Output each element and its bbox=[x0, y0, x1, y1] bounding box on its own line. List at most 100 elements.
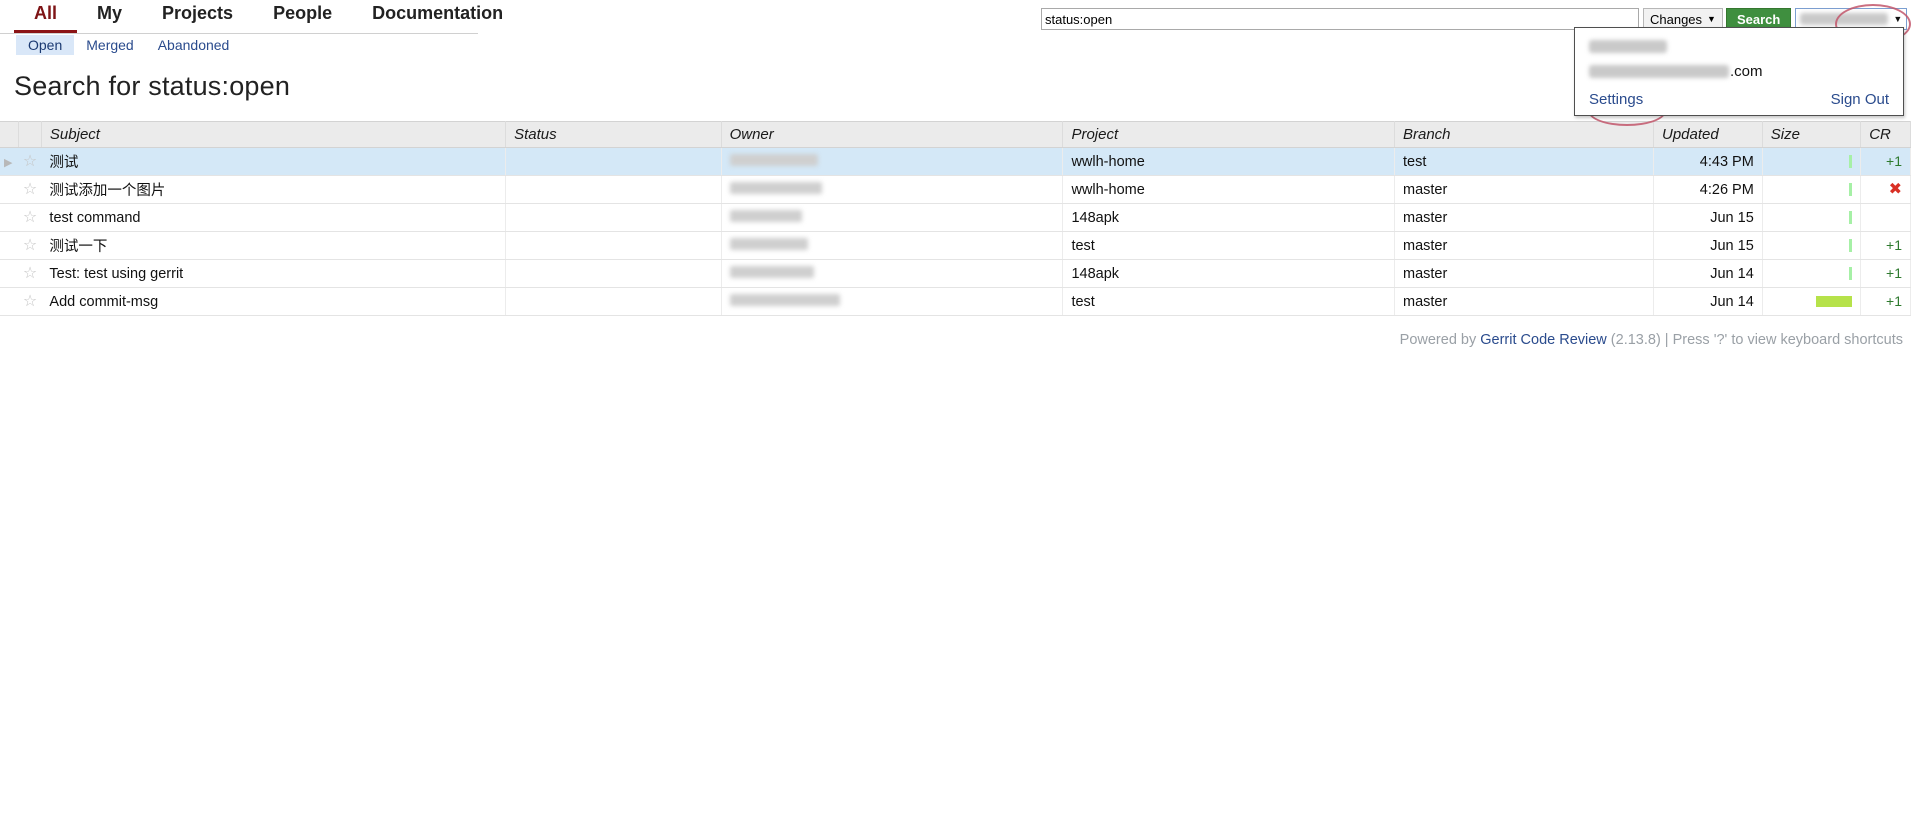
changes-table-body: ▶ ☆ 测试 wwlh-home test 4:43 PM +1 ☆ 测试添加一个图片 wwlh-… bbox=[0, 147, 1911, 316]
star-icon[interactable]: ☆ bbox=[23, 153, 37, 170]
chevron-right-icon: ▶ bbox=[4, 156, 13, 169]
cell-updated: 4:43 PM bbox=[1653, 147, 1763, 176]
size-bar-indicator bbox=[1849, 239, 1853, 253]
cell-updated: Jun 14 bbox=[1653, 259, 1763, 288]
cell-branch[interactable]: master bbox=[1394, 287, 1655, 316]
cell-size bbox=[1762, 203, 1862, 232]
settings-link[interactable]: Settings bbox=[1589, 91, 1643, 108]
table-row[interactable]: ☆ Add commit-msg test master Jun 14 +1 bbox=[0, 287, 1911, 316]
table-header-row: Subject Status Owner Project Branch Upda… bbox=[0, 121, 1911, 148]
size-bar-indicator bbox=[1816, 296, 1853, 308]
search-scope-label: Changes bbox=[1650, 11, 1703, 27]
sub-tab-open[interactable]: Open bbox=[16, 34, 75, 55]
row-star-toggle[interactable]: ☆ bbox=[18, 287, 42, 316]
footer-powered-by: Powered by bbox=[1399, 332, 1481, 348]
cell-updated: Jun 14 bbox=[1653, 287, 1763, 316]
cell-subject[interactable]: Add commit-msg bbox=[41, 287, 507, 316]
cell-project[interactable]: 148apk bbox=[1062, 203, 1395, 232]
cell-branch[interactable]: master bbox=[1394, 175, 1655, 204]
row-expand-arrow-icon bbox=[0, 175, 19, 204]
gerrit-code-review-link[interactable]: Gerrit Code Review bbox=[1480, 332, 1607, 348]
search-input[interactable] bbox=[1041, 8, 1639, 30]
cell-project[interactable]: 148apk bbox=[1062, 259, 1395, 288]
table-row[interactable]: ☆ test command 148apk master Jun 15 bbox=[0, 203, 1911, 232]
search-button-label: Search bbox=[1736, 11, 1781, 27]
row-star-toggle[interactable]: ☆ bbox=[18, 231, 42, 260]
main-tab-documentation[interactable]: Documentation bbox=[352, 0, 523, 34]
cell-code-review-score bbox=[1860, 203, 1911, 232]
cell-code-review-score: +1 bbox=[1860, 259, 1911, 288]
cell-project[interactable]: wwlh-home bbox=[1062, 175, 1395, 204]
size-bar-indicator bbox=[1849, 183, 1853, 197]
cell-branch[interactable]: master bbox=[1394, 259, 1655, 288]
cell-status bbox=[505, 203, 722, 232]
main-tab-projects[interactable]: Projects bbox=[142, 0, 253, 34]
cell-branch[interactable]: master bbox=[1394, 231, 1655, 260]
cell-project[interactable]: test bbox=[1062, 231, 1395, 260]
star-icon[interactable]: ☆ bbox=[23, 181, 37, 198]
main-tab-all[interactable]: All bbox=[14, 0, 78, 34]
row-star-toggle[interactable]: ☆ bbox=[18, 147, 42, 176]
column-header-project[interactable]: Project bbox=[1062, 121, 1395, 148]
cell-project[interactable]: test bbox=[1062, 287, 1395, 316]
cell-status bbox=[505, 231, 722, 260]
column-header-cr[interactable]: CR bbox=[1860, 121, 1911, 148]
column-header-star bbox=[18, 121, 42, 148]
footer-version-text: (2.13.8) | Press '?' to view keyboard sh… bbox=[1606, 332, 1903, 348]
main-tab-bar: All My Projects People Documentation bbox=[0, 0, 523, 34]
size-bar-indicator bbox=[1849, 155, 1853, 169]
account-dropdown-panel: .com Settings Sign Out bbox=[1574, 27, 1904, 116]
table-row[interactable]: ▶ ☆ 测试 wwlh-home test 4:43 PM +1 bbox=[0, 147, 1911, 176]
row-expand-arrow-icon bbox=[0, 231, 19, 260]
table-row[interactable]: ☆ Test: test using gerrit 148apk master Jun … bbox=[0, 259, 1911, 288]
star-icon[interactable]: ☆ bbox=[23, 237, 37, 254]
cell-subject[interactable]: Test: test using gerrit bbox=[41, 259, 507, 288]
chevron-down-icon: ▼ bbox=[1707, 13, 1716, 24]
cell-subject[interactable]: 测试一下 bbox=[41, 231, 507, 260]
cell-project[interactable]: wwlh-home bbox=[1062, 147, 1395, 176]
cell-updated: Jun 15 bbox=[1653, 231, 1763, 260]
account-email-redacted bbox=[1589, 65, 1729, 78]
owner-name-redacted bbox=[729, 209, 802, 222]
owner-name-redacted bbox=[729, 153, 818, 166]
sub-tab-abandoned[interactable]: Abandoned bbox=[146, 35, 242, 55]
changes-table-container: Subject Status Owner Project Branch Upda… bbox=[0, 121, 1911, 316]
sub-tab-bar: Open Merged Abandoned bbox=[0, 33, 478, 55]
cell-branch[interactable]: master bbox=[1394, 203, 1655, 232]
cell-subject[interactable]: 测试 bbox=[41, 147, 507, 176]
sub-tab-merged[interactable]: Merged bbox=[74, 35, 145, 55]
cell-size bbox=[1762, 259, 1862, 288]
star-icon[interactable]: ☆ bbox=[23, 265, 37, 282]
column-header-updated[interactable]: Updated bbox=[1653, 121, 1763, 148]
cell-owner bbox=[721, 259, 1064, 288]
row-expand-arrow-icon[interactable]: ▶ bbox=[0, 147, 19, 176]
row-star-toggle[interactable]: ☆ bbox=[18, 259, 42, 288]
cr-plus-one-label: +1 bbox=[1886, 237, 1902, 253]
row-star-toggle[interactable]: ☆ bbox=[18, 203, 42, 232]
cell-branch[interactable]: test bbox=[1394, 147, 1655, 176]
star-icon[interactable]: ☆ bbox=[23, 293, 37, 310]
account-fullname bbox=[1589, 40, 1889, 53]
account-fullname-redacted bbox=[1589, 40, 1667, 53]
column-header-owner[interactable]: Owner bbox=[721, 121, 1064, 148]
main-tab-my[interactable]: My bbox=[77, 0, 142, 34]
cell-subject[interactable]: 测试添加一个图片 bbox=[41, 175, 507, 204]
column-header-status[interactable]: Status bbox=[505, 121, 722, 148]
table-row[interactable]: ☆ 测试一下 test master Jun 15 +1 bbox=[0, 231, 1911, 260]
row-star-toggle[interactable]: ☆ bbox=[18, 175, 42, 204]
account-email-suffix: .com bbox=[1730, 63, 1763, 80]
row-expand-arrow-icon bbox=[0, 203, 19, 232]
star-icon[interactable]: ☆ bbox=[23, 209, 37, 226]
cell-subject[interactable]: test command bbox=[41, 203, 507, 232]
column-header-subject[interactable]: Subject bbox=[41, 121, 507, 148]
column-header-size[interactable]: Size bbox=[1762, 121, 1862, 148]
column-header-branch[interactable]: Branch bbox=[1394, 121, 1655, 148]
footer: Powered by Gerrit Code Review (2.13.8) |… bbox=[0, 332, 1915, 348]
cell-code-review-score: +1 bbox=[1860, 231, 1911, 260]
cell-owner bbox=[721, 287, 1064, 316]
sign-out-link[interactable]: Sign Out bbox=[1831, 91, 1889, 108]
column-header-expand bbox=[0, 121, 20, 148]
main-tab-people[interactable]: People bbox=[253, 0, 352, 34]
table-row[interactable]: ☆ 测试添加一个图片 wwlh-home master 4:26 PM ✖ bbox=[0, 175, 1911, 204]
owner-name-redacted bbox=[729, 265, 814, 278]
